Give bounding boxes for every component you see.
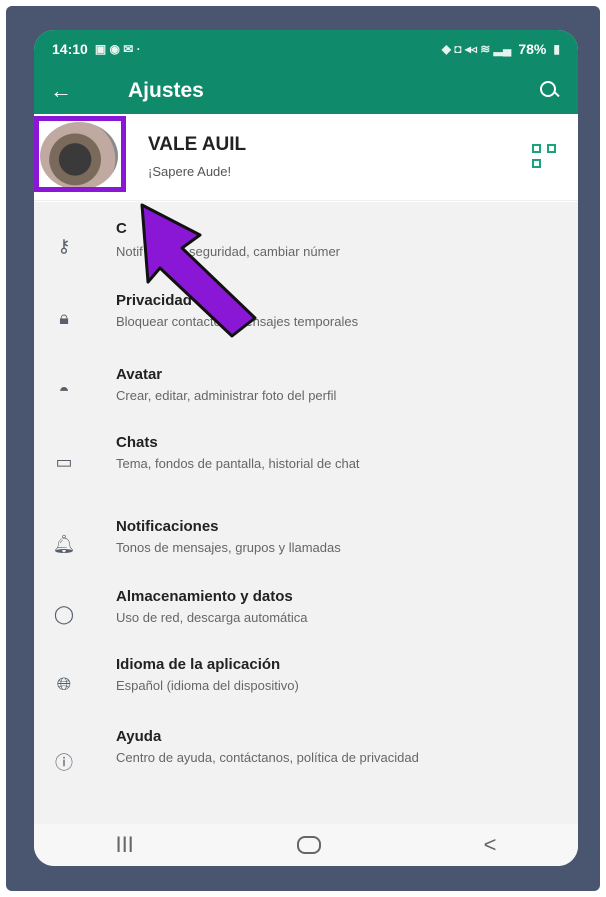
battery-icon: ▮ bbox=[553, 42, 560, 56]
settings-item-language[interactable]: 🌐︎ Idioma de la aplicación Español (idio… bbox=[34, 650, 578, 714]
settings-item-account[interactable]: ⚷ C Notif nes de seguridad, cambiar núme… bbox=[34, 212, 578, 284]
settings-item-storage[interactable]: ◯ Almacenamiento y datos Uso de red, des… bbox=[34, 582, 578, 644]
settings-item-title: Notificaciones bbox=[116, 518, 219, 535]
settings-item-subtitle: Uso de red, descarga automática bbox=[116, 610, 308, 625]
settings-item-title: Chats bbox=[116, 434, 158, 451]
phone-screen: 14:10 ▣ ◉ ✉ · ◆ ◘ ◂◃ ≋ ▂▄ 78% ▮ ← Ajuste… bbox=[34, 30, 578, 866]
nav-back-button[interactable]: < bbox=[484, 832, 497, 858]
settings-item-subtitle: Español (idioma del dispositivo) bbox=[116, 678, 299, 693]
help-icon: ⓘ bbox=[55, 753, 73, 773]
back-arrow-icon[interactable]: ← bbox=[50, 78, 98, 104]
lock-icon: 🔒︎ bbox=[59, 307, 69, 328]
profile-name: VALE AUIL bbox=[148, 134, 247, 155]
settings-item-title: Almacenamiento y datos bbox=[116, 588, 293, 605]
home-button[interactable] bbox=[296, 836, 321, 854]
avatar-icon: ◓ bbox=[58, 379, 70, 400]
chat-icon: ▭ bbox=[55, 451, 73, 472]
settings-item-notifications[interactable]: 🔔︎ Notificaciones Tonos de mensajes, gru… bbox=[34, 512, 578, 576]
signal-icons: ◆ ◘ ◂◃ ≋ ▂▄ bbox=[441, 42, 512, 56]
settings-item-subtitle: Notif nes de seguridad, cambiar númer bbox=[116, 244, 341, 259]
bell-icon: 🔔︎ bbox=[52, 533, 76, 554]
battery-level: 78% bbox=[518, 41, 547, 57]
status-bar: 14:10 ▣ ◉ ✉ · ◆ ◘ ◂◃ ≋ ▂▄ 78% ▮ bbox=[34, 30, 578, 68]
search-icon[interactable] bbox=[538, 79, 562, 103]
settings-item-title: Avatar bbox=[116, 366, 163, 383]
notification-icons: ▣ ◉ ✉ · bbox=[94, 42, 141, 56]
recents-button[interactable]: III bbox=[115, 832, 133, 858]
settings-item-title: C bbox=[116, 220, 127, 237]
settings-item-title: Ayuda bbox=[116, 728, 162, 745]
settings-item-subtitle: Bloquear contactos, mensajes temporales bbox=[116, 314, 359, 329]
avatar-highlight-box bbox=[34, 116, 126, 192]
key-icon: ⚷ bbox=[57, 235, 71, 256]
settings-item-subtitle: Tonos de mensajes, grupos y llamadas bbox=[116, 540, 341, 555]
storage-icon: ◯ bbox=[53, 603, 75, 624]
settings-item-title: Privacidad bbox=[116, 292, 192, 309]
settings-item-chats[interactable]: ▭ Chats Tema, fondos de pantalla, histor… bbox=[34, 428, 578, 504]
system-nav-bar: III < bbox=[34, 824, 578, 866]
profile-card[interactable]: VALE AUIL ¡Sapere Aude! bbox=[34, 114, 578, 201]
qr-code-icon[interactable] bbox=[532, 144, 556, 168]
settings-item-help[interactable]: ⓘ Ayuda Centro de ayuda, contáctanos, po… bbox=[34, 722, 578, 800]
settings-item-avatar[interactable]: ◓ Avatar Crear, editar, administrar foto… bbox=[34, 360, 578, 424]
settings-list: ⚷ C Notif nes de seguridad, cambiar núme… bbox=[34, 202, 578, 824]
settings-item-subtitle: Tema, fondos de pantalla, historial de c… bbox=[116, 456, 360, 471]
settings-item-title: Idioma de la aplicación bbox=[116, 656, 281, 673]
globe-icon: 🌐︎ bbox=[56, 673, 72, 694]
status-time: 14:10 bbox=[52, 41, 88, 57]
settings-item-privacy[interactable]: 🔒︎ Privacidad Bloquear contactos, mensaj… bbox=[34, 286, 578, 356]
settings-item-subtitle: Crear, editar, administrar foto del perf… bbox=[116, 388, 337, 403]
page-title: Ajustes bbox=[128, 79, 204, 102]
app-bar: ← Ajustes bbox=[34, 68, 578, 114]
settings-item-subtitle: Centro de ayuda, contáctanos, política d… bbox=[116, 750, 419, 765]
profile-status: ¡Sapere Aude! bbox=[148, 164, 232, 179]
